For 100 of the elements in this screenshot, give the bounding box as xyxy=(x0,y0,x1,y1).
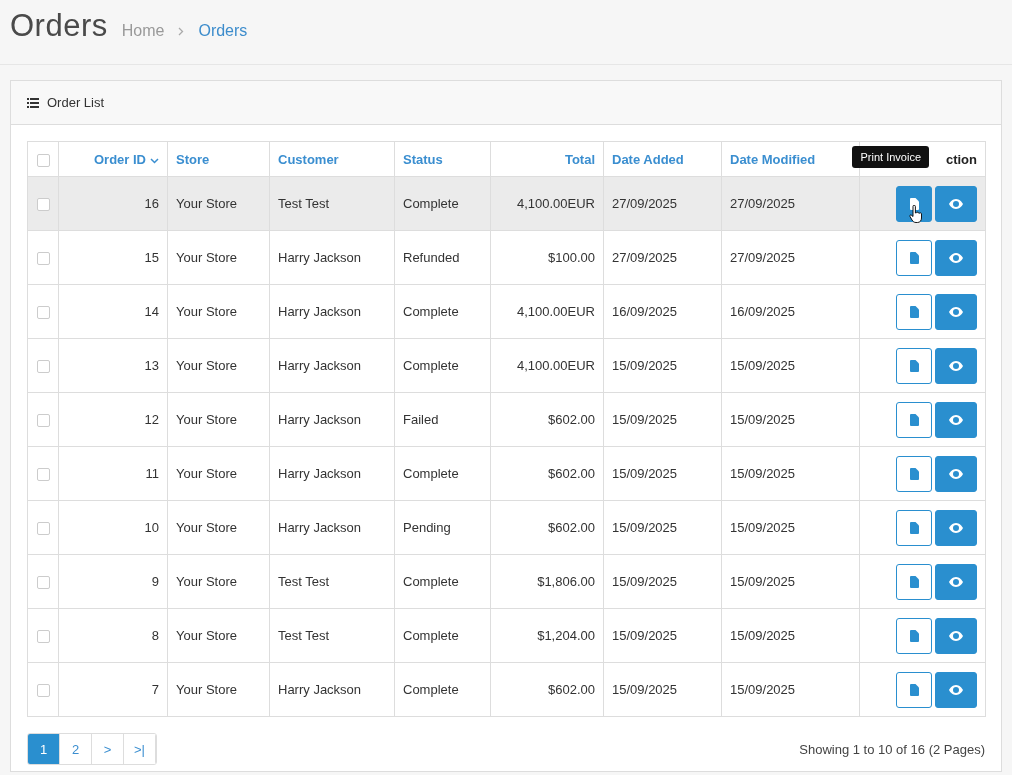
view-button[interactable] xyxy=(935,671,977,708)
row-checkbox[interactable] xyxy=(36,630,50,644)
table-cell: 15/09/2025 xyxy=(730,628,796,643)
view-button[interactable] xyxy=(935,509,977,546)
table-cell: Harry Jackson xyxy=(278,250,362,265)
view-button[interactable] xyxy=(935,347,977,384)
table-cell: $602.00 xyxy=(548,412,595,427)
page-title: Orders xyxy=(10,8,108,44)
eye-icon xyxy=(949,414,963,425)
table-cell: Complete xyxy=(403,196,459,211)
table-cell: 27/09/2025 xyxy=(730,196,796,211)
breadcrumb-link[interactable]: Home xyxy=(121,22,165,40)
view-button[interactable] xyxy=(935,293,977,330)
eye-icon xyxy=(949,468,963,479)
table-cell: Harry Jackson xyxy=(278,358,362,373)
pagination-summary: Showing 1 to 10 of 16 (2 Pages) xyxy=(799,741,985,757)
table-cell: Harry Jackson xyxy=(278,520,362,535)
table-cell: Complete xyxy=(403,628,459,643)
eye-icon xyxy=(949,360,963,371)
table-cell: 15/09/2025 xyxy=(730,574,796,589)
table-cell: Your Store xyxy=(176,574,237,589)
table-cell: Harry Jackson xyxy=(278,412,362,427)
view-button[interactable] xyxy=(935,401,977,438)
action-heading[interactable]: ction xyxy=(945,151,977,167)
invoice-icon xyxy=(909,467,919,480)
eye-icon xyxy=(949,522,963,533)
table-cell: Complete xyxy=(403,682,459,697)
row-checkbox[interactable] xyxy=(36,468,50,482)
sort-caret-icon xyxy=(150,157,159,164)
table-cell: Test Test xyxy=(278,628,330,643)
table-cell: Failed xyxy=(403,412,439,427)
table-cell: 15/09/2025 xyxy=(612,358,678,373)
page-link[interactable]: 1 xyxy=(28,734,60,764)
table-cell: Your Store xyxy=(176,358,237,373)
table-cell: $602.00 xyxy=(548,466,595,481)
table-cell: Harry Jackson xyxy=(278,304,362,319)
table-cell: 7 xyxy=(151,682,159,697)
table-cell: Your Store xyxy=(176,304,237,319)
column-header[interactable]: Store xyxy=(176,151,210,167)
table-cell: 16/09/2025 xyxy=(612,304,678,319)
invoice-icon xyxy=(909,575,919,588)
table-cell: $1,204.00 xyxy=(537,628,595,643)
table-cell: 15/09/2025 xyxy=(612,520,678,535)
table-cell: 4,100.00EUR xyxy=(516,196,595,211)
column-header[interactable]: Status xyxy=(403,151,443,167)
table-cell: Your Store xyxy=(176,196,237,211)
eye-icon xyxy=(949,198,963,209)
table-cell: 15/09/2025 xyxy=(612,412,678,427)
row-checkbox[interactable] xyxy=(36,306,50,320)
tooltip: Print Invoice xyxy=(852,145,929,168)
invoice-icon xyxy=(909,521,919,534)
view-button[interactable] xyxy=(935,617,977,654)
table-cell: 14 xyxy=(144,304,159,319)
table-cell: Complete xyxy=(403,358,459,373)
invoice-icon xyxy=(909,305,919,318)
table-cell: 15/09/2025 xyxy=(612,574,678,589)
table-cell: $602.00 xyxy=(548,520,595,535)
invoice-icon xyxy=(909,359,919,372)
view-button[interactable] xyxy=(935,185,977,222)
table-cell: $602.00 xyxy=(548,682,595,697)
table-cell: 12 xyxy=(144,412,159,427)
table-cell: 15/09/2025 xyxy=(730,466,796,481)
row-checkbox[interactable] xyxy=(36,576,50,590)
row-checkbox[interactable] xyxy=(36,360,50,374)
eye-icon xyxy=(949,252,963,263)
table-cell: Your Store xyxy=(176,466,237,481)
row-checkbox[interactable] xyxy=(36,684,50,698)
table-cell: 9 xyxy=(151,574,159,589)
table-cell: 15 xyxy=(144,250,159,265)
table-cell: 16 xyxy=(144,196,159,211)
table-cell: Your Store xyxy=(176,250,237,265)
row-checkbox[interactable] xyxy=(36,198,50,212)
row-checkbox[interactable] xyxy=(36,414,50,428)
table-cell: Complete xyxy=(403,304,459,319)
table-cell: Complete xyxy=(403,466,459,481)
table-cell: 15/09/2025 xyxy=(730,520,796,535)
table-cell: Test Test xyxy=(278,196,330,211)
column-header[interactable]: Total xyxy=(564,151,595,167)
table-cell: 13 xyxy=(144,358,159,373)
table-cell: Test Test xyxy=(278,574,330,589)
table-cell: 15/09/2025 xyxy=(612,628,678,643)
view-button[interactable] xyxy=(935,455,977,492)
eye-icon xyxy=(949,630,963,641)
select-all-checkbox[interactable] xyxy=(36,153,50,167)
table-cell: $1,806.00 xyxy=(537,574,595,589)
table-cell: Harry Jackson xyxy=(278,466,362,481)
row-checkbox[interactable] xyxy=(36,522,50,536)
table-cell: Your Store xyxy=(176,628,237,643)
eye-icon xyxy=(949,684,963,695)
table-cell: Your Store xyxy=(176,520,237,535)
row-checkbox[interactable] xyxy=(36,252,50,266)
invoice-icon xyxy=(909,251,919,264)
print-invoice-button[interactable] xyxy=(896,185,932,222)
table-cell: 10 xyxy=(144,520,159,535)
table-cell: 8 xyxy=(151,628,159,643)
view-button[interactable] xyxy=(935,239,977,276)
breadcrumb-link[interactable]: Orders xyxy=(198,22,248,40)
table-cell: $100.00 xyxy=(548,250,595,265)
hand-cursor-icon xyxy=(909,204,923,223)
view-button[interactable] xyxy=(935,563,977,600)
